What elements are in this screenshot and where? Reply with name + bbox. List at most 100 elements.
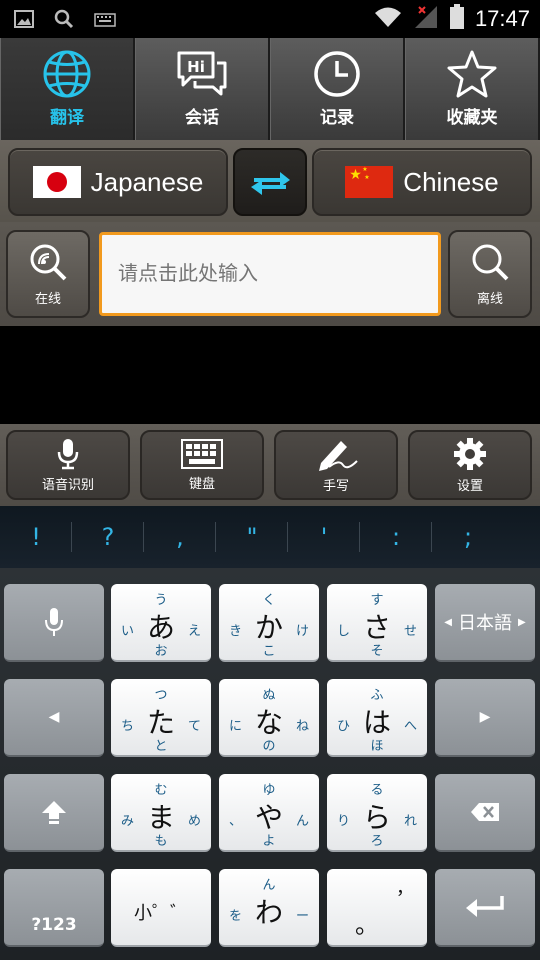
backspace-key[interactable]	[435, 774, 535, 852]
offline-search-label: 离线	[476, 291, 503, 307]
kana-flick-down: こ	[262, 644, 276, 659]
handwriting-label: 手写	[322, 478, 349, 494]
voice-input-key[interactable]	[4, 584, 104, 662]
voice-recognition-button[interactable]: 语音识别	[6, 430, 130, 500]
punctuation-key[interactable]: ， 。	[327, 869, 427, 947]
status-bar: 17:47	[0, 0, 540, 38]
clock-time: 17:47	[474, 6, 530, 31]
wifi-icon	[373, 5, 403, 33]
symbol-key[interactable]: ,	[144, 506, 216, 568]
search-row: 在线 离线	[0, 222, 540, 326]
kana-key-a[interactable]: う い あ え お	[111, 584, 211, 662]
language-switch-label: 日本語	[458, 613, 512, 634]
settings-label: 设置	[456, 478, 483, 494]
kana-flick-right: め	[187, 814, 201, 829]
battery-icon	[449, 4, 465, 34]
enter-key[interactable]	[435, 869, 535, 947]
small-dakuten-key[interactable]: 小゜゛	[111, 869, 211, 947]
swap-languages-button[interactable]	[233, 148, 307, 216]
kana-flick-right: れ	[403, 814, 417, 829]
keyboard-label: 键盘	[188, 476, 215, 492]
tab-translate-label: 翻译	[50, 108, 84, 128]
top-tab-bar: 翻译 Hi 会话 记录 收藏夹	[0, 38, 540, 140]
online-search-icon	[30, 244, 67, 280]
target-language-label: Chinese	[403, 166, 499, 197]
kana-key-ma[interactable]: む み ま め も	[111, 774, 211, 852]
kana-key-wa[interactable]: ん を わ ー	[219, 869, 319, 947]
voice-recognition-label: 语音识别	[41, 477, 94, 493]
kana-flick-down: の	[262, 739, 276, 754]
symbol-key[interactable]: !	[0, 506, 72, 568]
kana-key-ya[interactable]: ゆ 、 や ん よ	[219, 774, 319, 852]
language-switch-key[interactable]: ◀ 日本語 ▶	[435, 584, 535, 662]
handwriting-button[interactable]: 手写	[274, 430, 398, 500]
kana-key-sa[interactable]: す し さ せ そ	[327, 584, 427, 662]
microphone-icon	[45, 608, 63, 636]
kana-key-na[interactable]: ぬ に な ね の	[219, 679, 319, 757]
kana-key-ra[interactable]: る り ら れ ろ	[327, 774, 427, 852]
symbol-key[interactable]: "	[216, 506, 288, 568]
tab-conversation-label: 会话	[185, 108, 219, 128]
svg-text:Hi: Hi	[187, 58, 205, 76]
star-icon	[447, 50, 497, 98]
enter-icon	[466, 896, 504, 917]
kana-main: 小゜゛	[134, 903, 188, 924]
japanese-keyboard: う い あ え お く き か け こ す し さ せ そ ◀ 日本語 ▶ ◀ …	[0, 568, 540, 960]
online-search-label: 在线	[34, 291, 61, 307]
language-bar: Japanese ★ ★ ★ Chinese	[0, 140, 540, 222]
cursor-left-key[interactable]: ◀	[4, 679, 104, 757]
arrow-right-icon: ▶	[518, 616, 526, 628]
arrow-right-icon: ▶	[479, 709, 491, 725]
swap-arrows-icon	[251, 172, 290, 195]
translation-input[interactable]	[99, 232, 441, 316]
kana-flick-right: え	[187, 624, 201, 639]
target-language-button[interactable]: ★ ★ ★ Chinese	[312, 148, 532, 216]
numeric-mode-key[interactable]: ?123	[4, 869, 104, 947]
tab-conversation[interactable]: Hi 会话	[135, 38, 270, 140]
cursor-right-key[interactable]: ▶	[435, 679, 535, 757]
tab-translate[interactable]: 翻译	[0, 38, 135, 140]
keyboard-button[interactable]: 键盘	[140, 430, 264, 500]
arrow-left-icon: ◀	[444, 616, 452, 628]
kana-flick-down: そ	[370, 644, 384, 659]
tab-favorites-label: 收藏夹	[446, 108, 498, 128]
source-language-label: Japanese	[90, 166, 204, 197]
settings-button[interactable]: 设置	[408, 430, 532, 500]
image-icon	[14, 10, 34, 32]
kana-key-ta[interactable]: つ ち た て と	[111, 679, 211, 757]
source-language-button[interactable]: Japanese	[8, 148, 228, 216]
kana-flick-down: と	[154, 739, 168, 754]
kana-flick-down: よ	[262, 834, 276, 849]
chat-bubble-icon: Hi	[177, 51, 227, 96]
kana-flick-down: お	[154, 644, 168, 659]
signal-icon	[413, 4, 439, 34]
symbol-key[interactable]: '	[288, 506, 360, 568]
keyboard-icon	[181, 438, 223, 469]
keyboard-icon	[94, 12, 116, 31]
kana-flick-down: ろ	[370, 834, 384, 849]
search-icon	[54, 9, 74, 33]
kana-flick-right: ね	[295, 719, 309, 734]
kana-flick-right: せ	[403, 624, 417, 639]
backspace-icon	[471, 803, 499, 821]
kana-flick-right: へ	[403, 719, 417, 734]
pen-icon	[319, 440, 358, 471]
kana-key-ka[interactable]: く き か け こ	[219, 584, 319, 662]
shift-arrow-icon	[42, 801, 66, 824]
symbol-suggestion-row: ! ? , " ' : ;	[0, 506, 540, 568]
shift-key[interactable]	[4, 774, 104, 852]
symbol-key[interactable]: ?	[72, 506, 144, 568]
tab-favorites[interactable]: 收藏夹	[405, 38, 540, 140]
kana-flick-right: て	[187, 719, 201, 734]
arrow-left-icon: ◀	[48, 709, 60, 725]
tab-history[interactable]: 记录	[270, 38, 405, 140]
kana-flick-down: ほ	[370, 739, 384, 754]
kana-key-ha[interactable]: ふ ひ は へ ほ	[327, 679, 427, 757]
gear-icon	[454, 437, 486, 470]
period-label: 。	[355, 911, 379, 939]
symbol-key[interactable]: :	[360, 506, 432, 568]
clock-icon	[314, 51, 360, 97]
symbol-key[interactable]: ;	[432, 506, 504, 568]
online-search-button[interactable]: 在线	[6, 230, 90, 318]
offline-search-button[interactable]: 离线	[448, 230, 532, 318]
